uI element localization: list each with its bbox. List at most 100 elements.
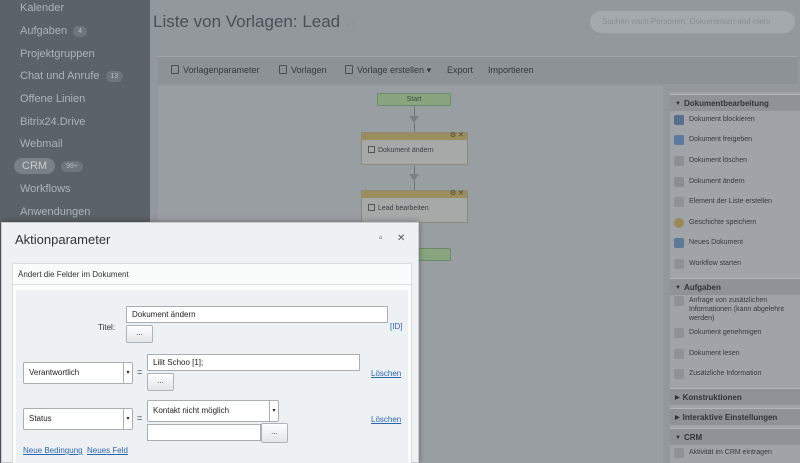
- dialog-body: Ändert die Felder im Dokument Titel: Dok…: [12, 263, 412, 463]
- close-icon[interactable]: ✕: [397, 233, 405, 244]
- toolbar-export[interactable]: Export: [447, 65, 473, 75]
- edit-icon: [368, 146, 375, 153]
- sidebar-item-offene-linien[interactable]: Offene Linien: [20, 93, 85, 105]
- toolbar-vorlagen[interactable]: Vorlagen: [279, 65, 327, 75]
- panel-section-title: CRM: [683, 433, 703, 442]
- panel-item[interactable]: Element der Liste erstellen: [674, 197, 798, 207]
- workflow-activity[interactable]: ⚙ ✕ Dokument ändern: [361, 132, 468, 165]
- toolbar-importieren[interactable]: Importieren: [488, 65, 534, 75]
- lock-icon: [674, 115, 684, 125]
- dialog-subtitle: Ändert die Felder im Dokument: [18, 270, 129, 279]
- field-select-verantwortlich[interactable]: Verantwortlich ▾: [23, 362, 133, 384]
- panel-item[interactable]: Dokument lesen: [674, 349, 798, 359]
- new-field-link[interactable]: Neues Feld: [87, 446, 128, 455]
- panel-item[interactable]: Geschichte speichern: [674, 218, 798, 228]
- action-parameters-dialog: Aktionparameter ▫ ✕ Ändert die Felder im…: [1, 222, 419, 463]
- read-icon: [674, 349, 684, 359]
- sidebar-item-workflows[interactable]: Workflows: [20, 183, 71, 195]
- title-dots-button[interactable]: ...: [126, 325, 153, 343]
- panel-item[interactable]: Anfrage von zusätzlichen Informationen (…: [674, 296, 798, 323]
- field-select-value: Verantwortlich: [29, 368, 80, 377]
- value-select-status[interactable]: Kontakt nicht möglich ▾: [147, 400, 279, 422]
- field-select-status[interactable]: Status ▾: [23, 408, 133, 430]
- workflow-start-node[interactable]: Start: [377, 93, 451, 106]
- edit-icon: [674, 177, 684, 187]
- toolbar-label: Vorlagenparameter: [183, 65, 260, 75]
- triangle-down-icon: ▼: [675, 101, 681, 107]
- sidebar-item-chat[interactable]: Chat und Anrufe 13: [20, 70, 124, 82]
- panel-section-crm[interactable]: ▼ CRM: [670, 428, 800, 445]
- sidebar-item-aufgaben[interactable]: Aufgaben 4: [20, 25, 88, 37]
- sidebar-counter: 4: [73, 26, 88, 37]
- panel-item[interactable]: Neues Dokument: [674, 238, 798, 248]
- panel-item[interactable]: Workflow starten: [674, 259, 798, 269]
- search-input[interactable]: Suchen nach Personen, Dokumenten und meh…: [590, 11, 795, 33]
- triangle-down-icon: ▼: [675, 435, 681, 441]
- value-dots-button[interactable]: ...: [147, 373, 174, 391]
- panel-item[interactable]: Dokument freigeben: [674, 135, 798, 145]
- panel-section-konstruktionen[interactable]: ▶ Konstruktionen: [670, 388, 800, 405]
- sidebar-item-projektgruppen[interactable]: Projektgruppen: [20, 48, 95, 60]
- value-input-status[interactable]: [147, 424, 261, 441]
- create-icon: [345, 65, 353, 74]
- sidebar-item-label: Chat und Anrufe: [20, 70, 100, 82]
- workflow-start-icon: [674, 259, 684, 269]
- panel-section-dokumentbearbeitung[interactable]: ▼ Dokumentbearbeitung: [670, 94, 800, 111]
- equals-sign: =: [137, 413, 143, 423]
- workflow-connector: [414, 123, 415, 132]
- sidebar-item-label: Bitrix24.Drive: [20, 116, 86, 128]
- activity-controls-icon[interactable]: ⚙ ✕: [450, 131, 464, 139]
- sidebar-item-kalender[interactable]: Kalender: [20, 2, 64, 14]
- title-label: Titel:: [98, 323, 116, 332]
- sidebar-item-drive[interactable]: Bitrix24.Drive: [20, 116, 85, 128]
- history-icon: [674, 218, 684, 228]
- dialog-title: Aktionparameter: [15, 232, 111, 247]
- toolbar-label: Vorlage erstellen: [357, 65, 425, 75]
- workflow-activity[interactable]: ⚙ ✕ Lead bearbeiten: [361, 190, 468, 223]
- maximize-icon[interactable]: ▫: [379, 233, 383, 244]
- panel-item[interactable]: Aktivität im CRM eintragen: [674, 448, 798, 458]
- sidebar-item-label: Kalender: [20, 2, 65, 14]
- divider: [13, 284, 411, 285]
- value-input-verantwortlich[interactable]: Lilit Schoo [1];: [147, 354, 360, 371]
- panel-section-title: Interaktive Einstellungen: [682, 413, 778, 422]
- panel-item-label: Dokument lesen: [689, 350, 740, 357]
- panel-section-title: Dokumentbearbeitung: [683, 99, 769, 108]
- sidebar-item-anwendungen[interactable]: Anwendungen: [20, 206, 90, 218]
- panel-item-label: Dokument ändern: [689, 178, 745, 185]
- triangle-down-icon: ▼: [675, 285, 681, 291]
- sidebar-counter: 13: [105, 71, 124, 82]
- toolbar-vorlage-erstellen[interactable]: Vorlage erstellen ▾: [345, 65, 431, 76]
- sidebar-item-crm[interactable]: CRM 99+: [14, 158, 83, 174]
- toolbar-label: Importieren: [488, 65, 534, 75]
- value-dots-button[interactable]: ...: [261, 423, 288, 443]
- sidebar-item-webmail[interactable]: Webmail: [20, 138, 63, 150]
- toolbar-vorlagenparameter[interactable]: Vorlagenparameter: [171, 65, 260, 75]
- panel-section-aufgaben[interactable]: ▼ Aufgaben: [670, 278, 800, 295]
- equals-sign: =: [137, 367, 143, 377]
- panel-item[interactable]: Dokument blockieren: [674, 115, 798, 125]
- sidebar-item-label: Offene Linien: [20, 93, 86, 105]
- panel-item[interactable]: Dokument löschen: [674, 156, 798, 166]
- panel-item[interactable]: Zusätzliche Information: [674, 369, 798, 379]
- unlock-icon: [674, 135, 684, 145]
- new-condition-link[interactable]: Neue Bedingung: [23, 446, 83, 455]
- activity-controls-icon[interactable]: ⚙ ✕: [450, 189, 464, 197]
- sidebar-item-label: Workflows: [20, 183, 71, 195]
- activity-header: ⚙ ✕: [362, 189, 467, 198]
- panel-item[interactable]: Dokument genehmigen: [674, 328, 798, 338]
- value-select-text: Kontakt nicht möglich: [153, 406, 230, 415]
- star-icon[interactable]: ☆: [343, 14, 356, 31]
- delete-link[interactable]: Löschen: [371, 369, 401, 378]
- panel-section-interaktive[interactable]: ▶ Interaktive Einstellungen: [670, 408, 800, 425]
- title-input[interactable]: Dokument ändern: [126, 306, 388, 323]
- panel-item[interactable]: Dokument ändern: [674, 177, 798, 187]
- panel-item-label: Workflow starten: [689, 260, 741, 267]
- id-link[interactable]: [ID]: [390, 322, 402, 331]
- delete-link[interactable]: Löschen: [371, 415, 401, 424]
- activity-label-text: Dokument ändern: [378, 147, 434, 154]
- toolbar-label: Vorlagen: [291, 65, 327, 75]
- toolbar: Vorlagenparameter Vorlagen Vorlage erste…: [158, 56, 798, 84]
- panel-item-label: Zusätzliche Information: [689, 370, 762, 377]
- info-icon: [674, 369, 684, 379]
